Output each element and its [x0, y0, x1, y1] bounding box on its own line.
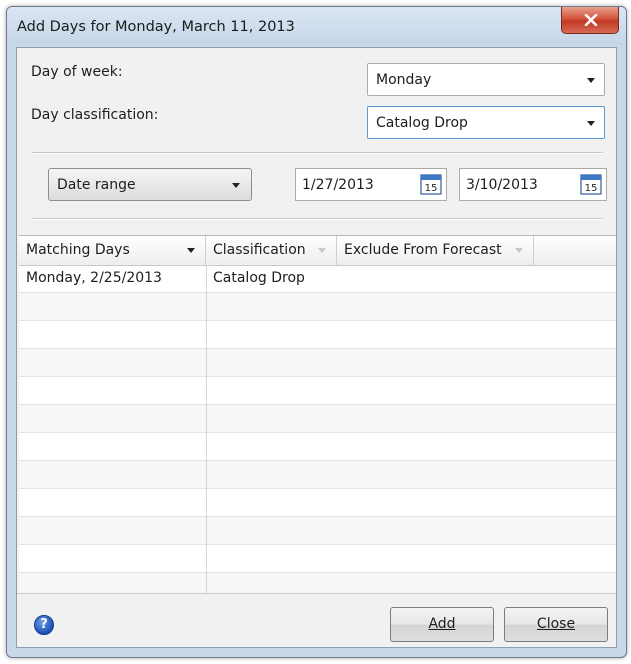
start-date-value: 1/27/2013 [302, 177, 374, 193]
calendar-icon[interactable]: 15 [420, 173, 442, 195]
table-row[interactable]: Monday, 2/25/2013 Catalog Drop [19, 265, 616, 293]
dialog-footer: ? Add Close [17, 593, 616, 647]
day-of-week-label: Day of week: [31, 64, 123, 80]
grid-header: Matching Days Classification Exclude Fro… [19, 236, 616, 266]
close-button[interactable]: Close [504, 607, 608, 642]
dialog-window: Add Days for Monday, March 11, 2013 Day … [6, 6, 627, 658]
day-of-week-value: Monday [376, 72, 432, 88]
table-row-empty [19, 489, 616, 517]
day-of-week-dropdown[interactable]: Monday [367, 63, 605, 96]
column-header-classification[interactable]: Classification [206, 236, 337, 265]
separator [32, 152, 603, 154]
close-icon [584, 14, 598, 26]
sort-arrow-icon [318, 248, 326, 253]
table-row-empty [19, 321, 616, 349]
table-row-empty [19, 377, 616, 405]
end-date-picker[interactable]: 3/10/2013 15 [459, 168, 607, 201]
table-row-empty [19, 405, 616, 433]
column-divider [206, 265, 207, 593]
table-row-empty [19, 433, 616, 461]
day-classification-label: Day classification: [31, 107, 159, 123]
classification-cell: Catalog Drop [213, 270, 305, 286]
table-row-empty [19, 349, 616, 377]
column-header-matching-days[interactable]: Matching Days [19, 236, 206, 265]
add-button[interactable]: Add [390, 607, 494, 642]
matching-days-grid: Matching Days Classification Exclude Fro… [19, 235, 616, 593]
day-classification-value: Catalog Drop [376, 115, 468, 131]
chevron-down-icon [232, 183, 240, 188]
sort-arrow-icon [515, 248, 523, 253]
separator [32, 218, 603, 220]
column-header-exclude-from-forecast[interactable]: Exclude From Forecast [337, 236, 534, 265]
dialog-content: Day of week: Monday Day classification: … [16, 47, 617, 648]
table-row-empty [19, 293, 616, 321]
help-icon[interactable]: ? [34, 615, 54, 635]
table-row-empty [19, 573, 616, 593]
end-date-value: 3/10/2013 [466, 177, 538, 193]
grid-body: Monday, 2/25/2013 Catalog Drop [19, 265, 616, 593]
table-row-empty [19, 517, 616, 545]
window-title: Add Days for Monday, March 11, 2013 [17, 19, 295, 35]
range-mode-dropdown[interactable]: Date range [48, 168, 252, 201]
close-button-label: Close [536, 616, 576, 632]
matching-day-cell: Monday, 2/25/2013 [26, 270, 162, 286]
sort-arrow-icon [187, 248, 195, 253]
svg-text:15: 15 [425, 183, 438, 194]
chevron-down-icon [587, 78, 595, 83]
table-row-empty [19, 545, 616, 573]
add-button-label: Add [428, 616, 456, 632]
start-date-picker[interactable]: 1/27/2013 15 [295, 168, 447, 201]
day-classification-dropdown[interactable]: Catalog Drop [367, 106, 605, 139]
title-bar[interactable]: Add Days for Monday, March 11, 2013 [7, 7, 626, 45]
range-mode-value: Date range [57, 177, 136, 193]
table-row-empty [19, 461, 616, 489]
svg-text:15: 15 [585, 183, 598, 194]
window-close-button[interactable] [561, 7, 619, 34]
chevron-down-icon [587, 121, 595, 126]
calendar-icon[interactable]: 15 [580, 173, 602, 195]
